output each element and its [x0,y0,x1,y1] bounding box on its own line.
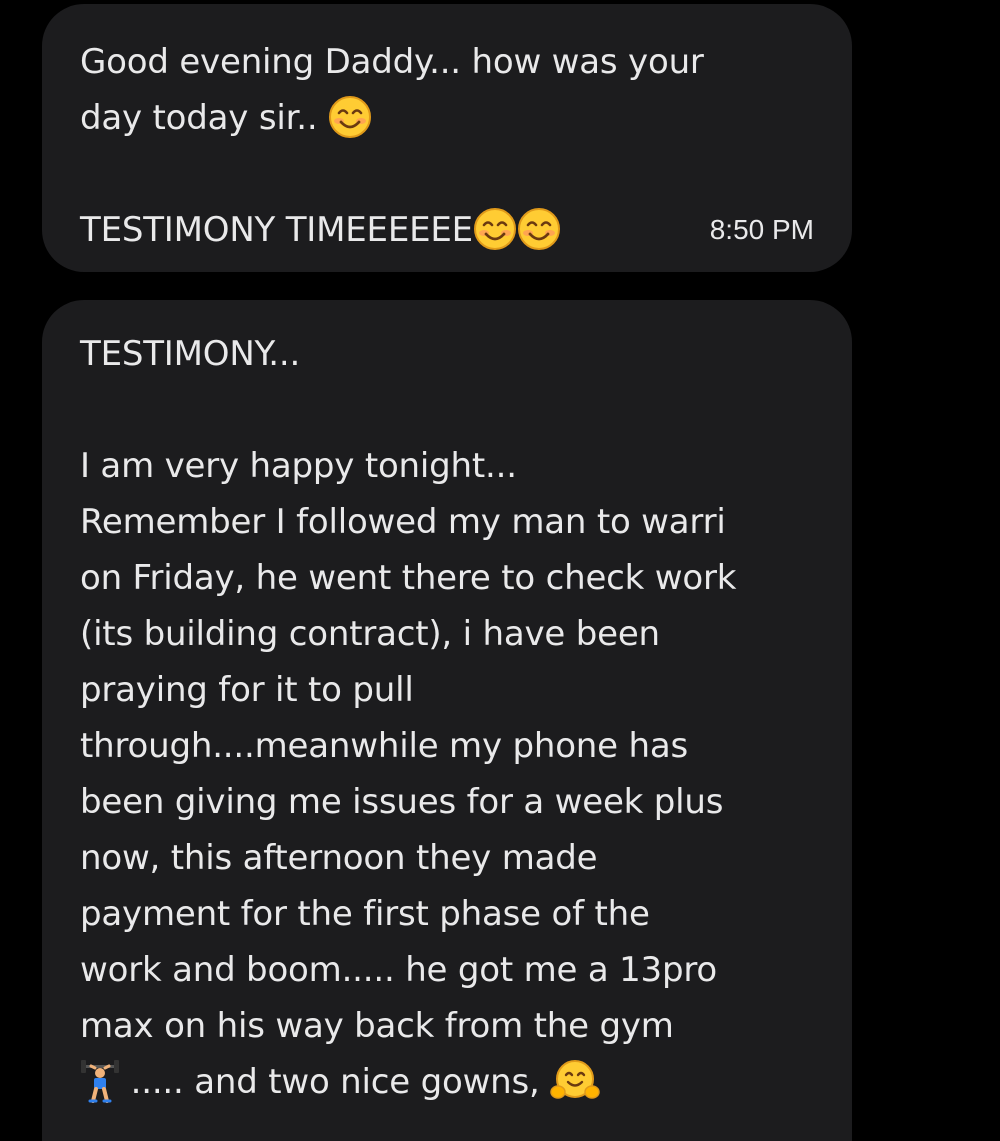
message-text: TESTIMONY TIMEEEEEE [80,210,473,250]
chat-thread: Good evening Daddy... how was your day t… [0,0,1000,1141]
message-text-line: day today sir.. [80,90,814,146]
message-text-line: ..... and two nice gowns, [80,1054,816,1110]
message-text: day today sir.. [80,98,329,138]
message-text: ..... and two nice gowns, [120,1062,551,1102]
message-text-line: TESTIMONY TIMEEEEEE [80,202,561,258]
message-timestamp: 8:50 PM [709,214,814,245]
smiling-face-icon [328,95,372,139]
message-text-line: praying for it to pull [80,670,414,710]
message-text: Good evening Daddy... how was your [80,42,704,82]
hugging-face-icon [550,1058,601,1104]
message-text-line: max on his way back from the gym [80,1006,674,1046]
message-text-line: Good evening Daddy... how was your [80,34,814,90]
weightlifter-icon [80,1059,120,1103]
message-text-line: been giving me issues for a week plus [80,782,724,822]
smiling-face-icon [517,207,561,251]
message-text-line: Remember I followed my man to warri [80,502,726,542]
message-text-line: work and boom..... he got me a 13pro [80,950,717,990]
message-text-line: I am very happy tonight... [80,446,517,486]
message-bubble[interactable]: TESTIMONY... I am very happy tonight... … [42,300,852,1141]
message-bubble[interactable]: Good evening Daddy... how was your day t… [42,4,852,272]
message-text-line: on Friday, he went there to check work [80,558,737,598]
message-text-line: through....meanwhile my phone has [80,726,688,766]
smiling-face-icon [473,207,517,251]
message-text-line: TESTIMONY... [80,334,301,374]
message-text-line: payment for the first phase of the [80,894,650,934]
message-text-line: now, this afternoon they made [80,838,598,878]
message-text-line: (its building contract), i have been [80,614,660,654]
message-footer: TESTIMONY TIMEEEEEE 8:50 PM [80,202,814,258]
